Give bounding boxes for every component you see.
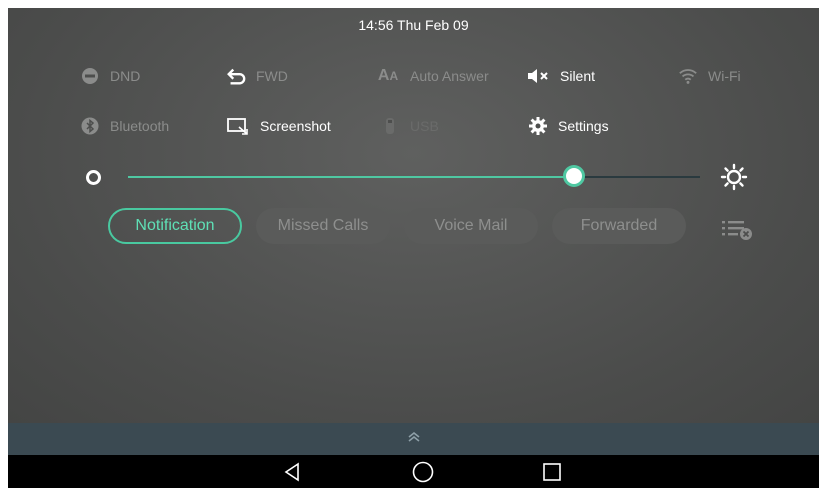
- qs-wifi[interactable]: Wi-Fi: [678, 66, 741, 86]
- tab-missed-calls-label: Missed Calls: [277, 217, 369, 234]
- tab-forwarded-label: Forwarded: [580, 217, 658, 234]
- qs-fwd[interactable]: FWD: [226, 66, 288, 86]
- notification-tabs: Notification Missed Calls Voice Mail For…: [108, 208, 686, 244]
- qs-auto-answer-label: Auto Answer: [410, 68, 489, 84]
- qs-screenshot-label: Screenshot: [260, 118, 331, 134]
- qs-wifi-label: Wi-Fi: [708, 68, 741, 84]
- qs-silent[interactable]: Silent: [526, 66, 595, 86]
- status-datetime: 14:56 Thu Feb 09: [358, 17, 469, 33]
- screenshot-icon: [226, 116, 250, 136]
- silent-icon: [526, 66, 550, 86]
- back-icon[interactable]: [278, 459, 306, 485]
- brightness-low-icon: [86, 170, 101, 185]
- status-bar: 14:56 Thu Feb 09: [8, 8, 819, 42]
- qs-screenshot[interactable]: Screenshot: [226, 116, 331, 136]
- forward-icon: [226, 66, 246, 86]
- qs-fwd-label: FWD: [256, 68, 288, 84]
- qs-bluetooth-label: Bluetooth: [110, 118, 170, 134]
- qs-silent-label: Silent: [560, 68, 596, 84]
- navigation-bar: [8, 455, 819, 488]
- qs-usb-label: USB: [410, 118, 439, 134]
- recents-icon[interactable]: [538, 459, 566, 485]
- brightness-high-icon: [720, 163, 748, 191]
- panel-handle[interactable]: [8, 423, 819, 455]
- qs-dnd-label: DND: [110, 68, 141, 84]
- bluetooth-icon: [80, 116, 100, 136]
- tab-forwarded[interactable]: Forwarded: [552, 208, 686, 244]
- qs-dnd[interactable]: DND: [80, 66, 140, 86]
- qs-usb: USB: [380, 116, 439, 136]
- notification-panel: 14:56 Thu Feb 09 DND FWD AA Auto Answer …: [8, 8, 819, 423]
- usb-icon: [380, 116, 400, 136]
- settings-icon: [528, 116, 548, 136]
- tab-missed-calls[interactable]: Missed Calls: [256, 208, 390, 244]
- tab-voice-mail[interactable]: Voice Mail: [404, 208, 538, 244]
- home-icon[interactable]: [409, 459, 437, 485]
- brightness-slider[interactable]: [80, 163, 760, 191]
- wifi-icon: [678, 66, 698, 86]
- brightness-thumb[interactable]: [566, 168, 583, 184]
- qs-settings-label: Settings: [558, 118, 609, 134]
- collapse-handle-icon: [407, 430, 421, 448]
- clear-all-icon[interactable]: [718, 215, 758, 243]
- qs-auto-answer[interactable]: AA Auto Answer: [376, 66, 489, 86]
- auto-answer-icon: AA: [377, 67, 399, 84]
- tab-notification[interactable]: Notification: [108, 208, 242, 244]
- qs-settings[interactable]: Settings: [528, 116, 609, 136]
- qs-bluetooth[interactable]: Bluetooth: [80, 116, 169, 136]
- tab-voice-mail-label: Voice Mail: [434, 217, 508, 234]
- screen: 14:56 Thu Feb 09 DND FWD AA Auto Answer …: [8, 8, 819, 488]
- dnd-icon: [80, 66, 100, 86]
- brightness-fill: [128, 176, 575, 178]
- tab-notification-label: Notification: [135, 217, 215, 234]
